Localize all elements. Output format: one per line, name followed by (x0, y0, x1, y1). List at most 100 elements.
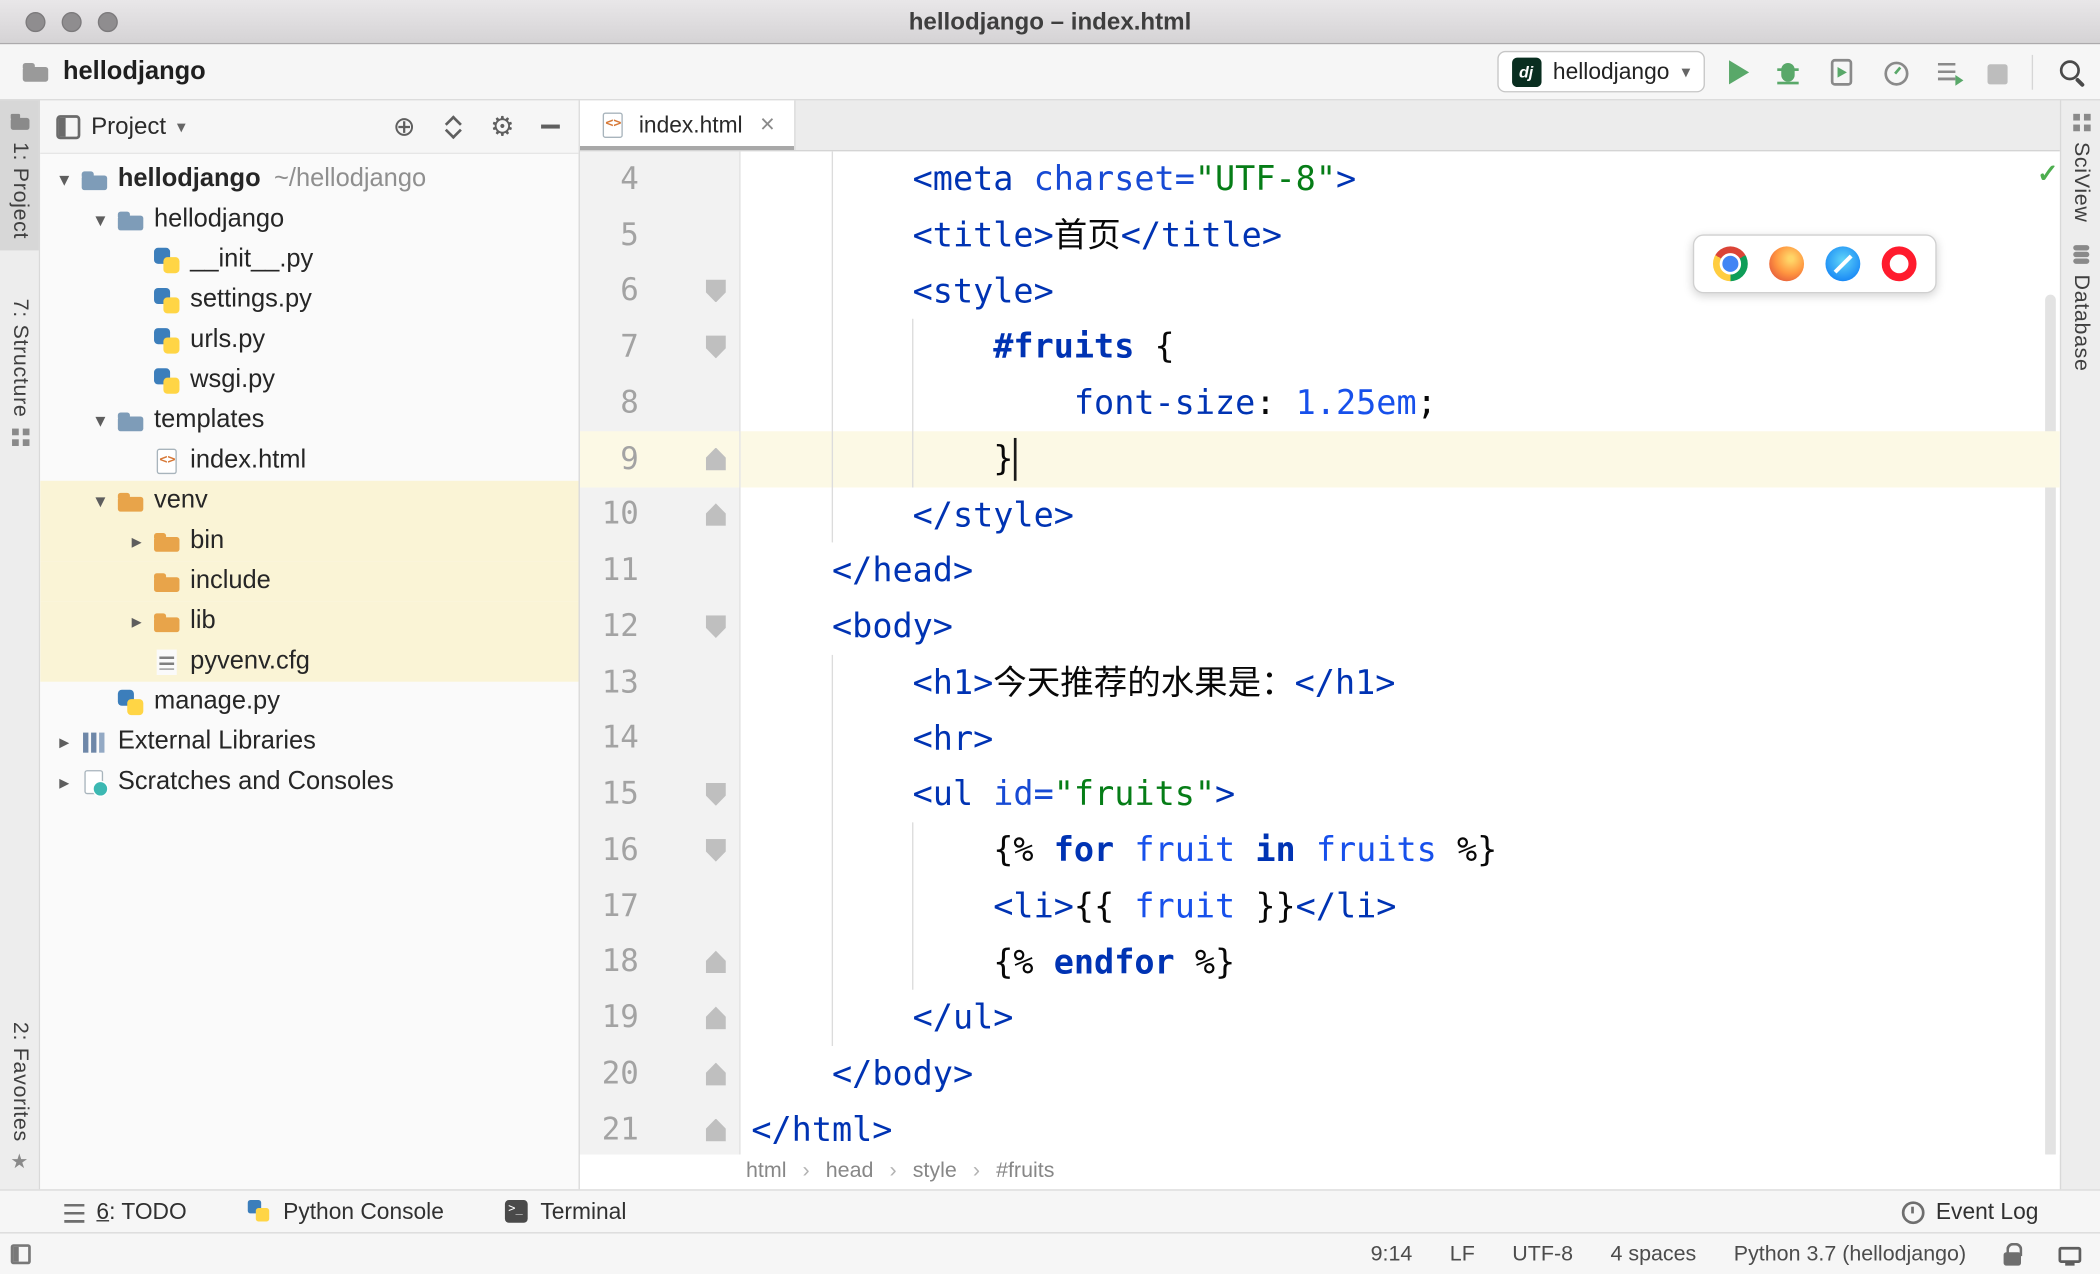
fold-end-icon[interactable] (705, 950, 726, 974)
profiler-button[interactable] (1880, 57, 1909, 86)
locate-file-icon[interactable]: ⊕ (393, 113, 415, 140)
close-tab-icon[interactable]: × (760, 110, 775, 139)
fold-start-icon[interactable] (705, 838, 726, 862)
chrome-icon[interactable] (1712, 246, 1748, 282)
event-log-button[interactable]: Event Log (1901, 1198, 2038, 1225)
code-lines[interactable]: <meta charset="UTF-8"> <title>首页</title>… (740, 151, 2060, 1155)
chevron-down-icon[interactable] (48, 167, 80, 191)
code-line-9[interactable]: } (740, 430, 2060, 487)
chevron-down-icon[interactable] (84, 208, 116, 232)
tree-item-venv[interactable]: venv (40, 480, 579, 521)
tree-item-external-libraries[interactable]: External Libraries (40, 722, 578, 762)
tree-item-manage-py[interactable]: manage.py (40, 682, 578, 722)
tool-window-database-button[interactable]: Database (2061, 233, 2100, 382)
run-coverage-button[interactable] (1827, 57, 1856, 86)
code-line-21[interactable]: </html> (741, 1102, 2060, 1155)
fold-end-icon[interactable] (705, 1006, 726, 1030)
code-line-15[interactable]: <ul id="fruits"> (741, 766, 2060, 822)
chevron-right-icon[interactable] (48, 770, 80, 794)
terminal-button[interactable]: Terminal (505, 1198, 626, 1225)
chevron-right-icon[interactable] (48, 730, 80, 754)
tool-window-sciview-button[interactable]: SciView (2061, 100, 2100, 233)
run-config-select[interactable]: dj hellodjango ▾ (1496, 50, 1705, 93)
indent-indicator[interactable]: 4 spaces (1611, 1242, 1697, 1266)
run-button[interactable] (1729, 59, 1750, 84)
breadcrumb-html[interactable]: html (746, 1160, 786, 1184)
tree-item--init-py[interactable]: __init__.py (40, 240, 578, 280)
code-line-13[interactable]: <h1>今天推荐的水果是：</h1> (741, 655, 2060, 711)
indent-guide (831, 151, 834, 543)
token-tag: </li> (1295, 886, 1397, 926)
tree-item-templates[interactable]: templates (40, 400, 578, 440)
code-line-11[interactable]: </head> (741, 543, 2060, 599)
chevron-down-icon[interactable] (84, 489, 116, 513)
opera-icon[interactable] (1881, 246, 1917, 282)
lock-icon[interactable] (2003, 1242, 2022, 1266)
toggle-toolwindows-icon[interactable] (10, 1244, 31, 1265)
caret-position[interactable]: 9:14 (1371, 1242, 1413, 1266)
collapse-all-icon[interactable] (442, 115, 463, 139)
gear-icon[interactable]: ⚙ (490, 113, 514, 140)
encoding-indicator[interactable]: UTF-8 (1512, 1242, 1573, 1266)
code-line-18[interactable]: {% endfor %} (741, 934, 2060, 990)
breadcrumb-fruits[interactable]: #fruits (973, 1160, 1054, 1184)
reader-mode-icon[interactable] (2058, 1246, 2082, 1265)
code-line-8[interactable]: font-size: 1.25em; (741, 375, 2060, 431)
chevron-down-icon[interactable]: ▾ (177, 116, 186, 137)
project-panel-title[interactable]: Project (91, 113, 166, 141)
tree-item-bin[interactable]: bin (40, 520, 579, 562)
code-line-10[interactable]: </style> (741, 487, 2060, 543)
tree-item-hellodjango[interactable]: hellodjango ~/hellodjango (40, 159, 578, 199)
line-separator-indicator[interactable]: LF (1450, 1242, 1475, 1266)
breadcrumb-head[interactable]: head (803, 1160, 874, 1184)
editor-body[interactable]: 4 5 6 7 8 9 10 11 12 13 14 15 16 17 18 19 20 21 <meta cha… (579, 151, 2060, 1155)
search-everywhere-icon[interactable] (2057, 57, 2086, 86)
firefox-icon[interactable] (1769, 246, 1805, 282)
tree-item-index-html[interactable]: index.html (40, 441, 578, 481)
tree-item-pyvenv-cfg[interactable]: pyvenv.cfg (40, 641, 579, 682)
hide-panel-icon[interactable] (541, 124, 560, 129)
code-line-16[interactable]: {% for fruit in fruits %} (741, 822, 2060, 878)
tree-item-urls-py[interactable]: urls.py (40, 320, 578, 360)
fold-end-icon[interactable] (705, 503, 726, 527)
tree-item-hellodjango[interactable]: hellodjango (40, 200, 578, 240)
stop-button[interactable] (1987, 63, 2008, 84)
tab-index-html[interactable]: index.html × (579, 100, 796, 151)
safari-icon[interactable] (1825, 246, 1861, 282)
gutter-row: 8 (580, 375, 739, 431)
interpreter-indicator[interactable]: Python 3.7 (hellodjango) (1734, 1242, 1966, 1266)
tree-item-lib[interactable]: lib (40, 601, 579, 642)
token-plain: 首页 (1053, 215, 1121, 255)
code-line-20[interactable]: </body> (741, 1046, 2060, 1102)
code-line-17[interactable]: <li>{{ fruit }}</li> (741, 878, 2060, 934)
chevron-right-icon[interactable] (121, 529, 153, 553)
fold-start-icon[interactable] (705, 615, 726, 639)
tool-window-project-button[interactable]: 1: Project (0, 100, 39, 250)
run-concurrency-button[interactable] (1934, 57, 1964, 86)
fold-end-icon[interactable] (705, 447, 726, 471)
python-console-button[interactable]: Python Console (248, 1198, 444, 1225)
breadcrumb-style[interactable]: style (890, 1160, 957, 1184)
fold-end-icon[interactable] (705, 1062, 726, 1086)
todo-tool-button[interactable]: 6: TODO (64, 1198, 187, 1225)
chevron-right-icon[interactable] (121, 609, 153, 633)
fold-start-icon[interactable] (705, 335, 726, 359)
tree-item-settings-py[interactable]: settings.py (40, 280, 578, 320)
tree-item-include[interactable]: include (40, 561, 579, 602)
folder-icon (153, 607, 181, 635)
code-line-4[interactable]: <meta charset="UTF-8"> (741, 151, 2060, 207)
tool-window-structure-button[interactable]: 7: Structure (0, 287, 39, 458)
code-line-12[interactable]: <body> (741, 599, 2060, 655)
code-line-7[interactable]: #fruits { (741, 319, 2060, 375)
debug-button[interactable] (1773, 57, 1802, 86)
code-line-14[interactable]: <hr> (741, 710, 2060, 766)
fold-start-icon[interactable] (705, 782, 726, 806)
tree-item-wsgi-py[interactable]: wsgi.py (40, 360, 578, 400)
chevron-down-icon[interactable] (84, 408, 116, 432)
code-line-19[interactable]: </ul> (741, 990, 2060, 1046)
project-breadcrumb[interactable]: hellodjango (63, 57, 206, 86)
tree-item-scratches-and-consoles[interactable]: Scratches and Consoles (40, 762, 578, 802)
tool-window-favorites-button[interactable]: 2: Favorites ★ (0, 1012, 39, 1184)
fold-end-icon[interactable] (705, 1118, 726, 1142)
fold-start-icon[interactable] (705, 279, 726, 303)
